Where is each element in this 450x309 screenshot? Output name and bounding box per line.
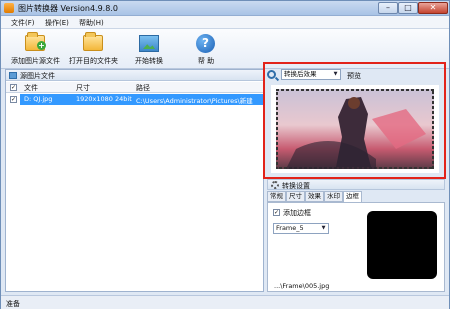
preview-toolbar: 转换后效果 ▼ 预览	[267, 69, 443, 81]
col-file[interactable]: 文件	[24, 83, 38, 93]
preview-image	[271, 85, 439, 173]
picture-convert-icon	[139, 35, 159, 52]
settings-tabs: 常规 尺寸 效果 水印 边框	[267, 191, 445, 203]
tab-size[interactable]: 尺寸	[286, 191, 305, 202]
frame-path: ...\Frame\005.jpg	[274, 282, 330, 290]
frame-preview	[367, 211, 437, 279]
zoom-icon[interactable]	[267, 70, 276, 79]
file-size: 1920x1080 24bit	[76, 95, 132, 103]
menubar: 文件(F) 操作(E) 帮助(H)	[1, 16, 449, 29]
menu-help[interactable]: 帮助(H)	[79, 18, 104, 28]
settings-header: 转换设置	[267, 179, 445, 190]
file-name: D: QJ.jpg	[24, 95, 53, 103]
add-border-checkbox[interactable]: ✓	[273, 209, 280, 216]
preview-artwork	[276, 89, 434, 169]
file-row-checkbox[interactable]: ✓	[10, 96, 17, 103]
add-source-label: 添加图片源文件	[11, 57, 60, 65]
image-folder-icon	[9, 72, 17, 79]
file-list-header: ✓ 文件 尺寸 路径	[6, 82, 263, 93]
start-convert-button[interactable]: 开始转换	[129, 31, 169, 67]
select-all-checkbox[interactable]: ✓	[10, 84, 17, 91]
app-icon	[4, 3, 14, 13]
window-title: 图片转换器 Version4.9.8.0	[18, 4, 118, 13]
add-folder-icon: +	[25, 32, 46, 51]
col-size[interactable]: 尺寸	[76, 83, 90, 93]
source-panel-header: 源图片文件	[6, 70, 263, 81]
gear-icon	[271, 181, 279, 189]
add-source-button[interactable]: + 添加图片源文件	[11, 31, 60, 67]
menu-file[interactable]: 文件(F)	[11, 18, 35, 28]
preview-mode-value: 转换后效果	[284, 70, 317, 78]
status-bar: 准备	[1, 295, 449, 309]
source-file-panel: 源图片文件 ✓ 文件 尺寸 路径 ✓ D: QJ.jpg 1920x1080 2…	[5, 69, 264, 292]
close-button[interactable]: ✕	[418, 2, 448, 14]
help-icon: ?	[196, 34, 215, 53]
open-target-button[interactable]: 打开目的文件夹	[69, 31, 118, 67]
open-target-label: 打开目的文件夹	[69, 57, 118, 65]
folder-icon	[83, 32, 103, 51]
preview-mode-select[interactable]: 转换后效果 ▼	[281, 69, 341, 80]
frame-select-value: Frame_5	[276, 224, 304, 232]
menu-operate[interactable]: 操作(E)	[45, 18, 69, 28]
file-row[interactable]: ✓ D: QJ.jpg 1920x1080 24bit C:\Users\Adm…	[6, 94, 265, 105]
help-button[interactable]: ? 帮 助	[189, 31, 223, 67]
minimize-button[interactable]: –	[378, 2, 398, 14]
chevron-down-icon: ▼	[321, 225, 326, 231]
status-text: 准备	[6, 300, 20, 308]
chevron-down-icon: ▼	[333, 71, 338, 77]
tab-general[interactable]: 常规	[267, 191, 286, 202]
maximize-button[interactable]: □	[398, 2, 418, 14]
file-path: C:\Users\Administrator\Pictures\新建	[136, 97, 253, 105]
start-convert-label: 开始转换	[135, 57, 163, 65]
frame-select[interactable]: Frame_5 ▼	[273, 223, 329, 234]
settings-title: 转换设置	[282, 182, 310, 190]
source-panel-title: 源图片文件	[20, 72, 55, 80]
tab-watermark[interactable]: 水印	[324, 191, 343, 202]
titlebar: 图片转换器 Version4.9.8.0 – □ ✕	[1, 1, 449, 16]
help-label: 帮 助	[197, 57, 215, 65]
preview-label: 预览	[347, 72, 361, 80]
app-window: 图片转换器 Version4.9.8.0 – □ ✕ 文件(F) 操作(E) 帮…	[0, 0, 450, 309]
add-border-label: 添加边框	[283, 209, 311, 217]
col-path[interactable]: 路径	[136, 83, 150, 93]
tab-effect[interactable]: 效果	[305, 191, 324, 202]
border-tab-panel: ✓ 添加边框 Frame_5 ▼ ...\Frame\005.jpg	[267, 202, 445, 292]
